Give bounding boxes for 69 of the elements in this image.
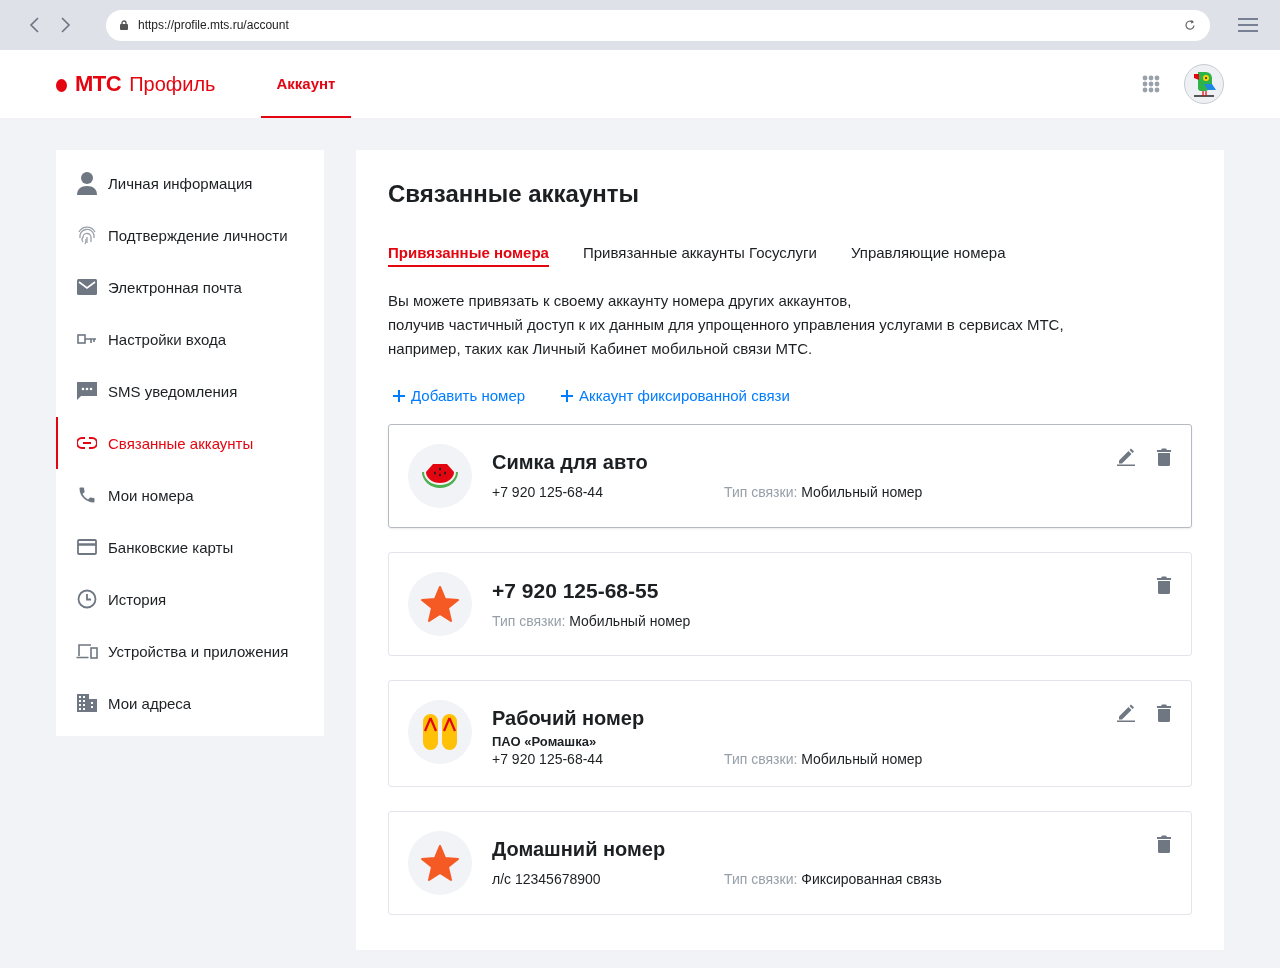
sidebar-item[interactable]: SMS уведомления — [56, 365, 324, 417]
account-title: +7 920 125-68-55 — [492, 579, 660, 603]
watermelon-icon — [421, 464, 459, 488]
account-title: Симка для авто — [492, 451, 649, 474]
account-number: +7 920 125-68-44 — [492, 484, 603, 500]
link-type-text: Тип связки: Фиксированная связь — [724, 871, 942, 887]
lock-icon — [120, 20, 128, 30]
page-title: Связанные аккаунты — [388, 180, 641, 208]
starfish-icon — [421, 586, 459, 622]
bank-card-icon — [77, 539, 97, 555]
link-type-text: Тип связки: Мобильный номер — [724, 751, 923, 767]
starfish-icon — [421, 845, 459, 881]
menu-icon[interactable] — [1238, 18, 1258, 32]
profile-avatar[interactable] — [1184, 64, 1224, 104]
envelope-icon — [77, 279, 97, 295]
trash-icon[interactable] — [1157, 835, 1171, 853]
sidebar-item[interactable]: Устройства и приложения — [56, 625, 324, 677]
reload-icon[interactable] — [1184, 19, 1196, 31]
account-number: л/с 12345678900 — [492, 871, 601, 887]
sidebar-item[interactable]: История — [56, 573, 324, 625]
sidebar-item[interactable]: Связанные аккаунты — [56, 417, 324, 469]
sidebar-item[interactable]: Банковские карты — [56, 521, 324, 573]
parrot-icon — [1192, 70, 1216, 98]
address-bar[interactable]: https://profile.mts.ru/account — [106, 9, 1210, 41]
pencil-icon[interactable] — [1117, 704, 1135, 722]
person-icon — [76, 171, 98, 195]
sidebar-item[interactable]: Подтверждение личности — [56, 209, 324, 261]
account-title: Рабочий номер — [492, 707, 646, 730]
linked-account-card[interactable]: Симка для авто +7 920 125-68-44 Тип связки: Мобильный номер — [388, 424, 1192, 528]
fingerprint-icon — [76, 224, 98, 246]
description-text: Вы можете привязать к своему аккаунту номера других аккаунтов, получив частичный доступ к их данным для упрощенного управления услугами в сервисах МТС, например, таких как Личный Кабинет мобильной связи МТС. — [388, 291, 1065, 359]
linked-account-card[interactable]: Домашний номер л/с 12345678900 Тип связки: Фиксированная связь — [388, 811, 1192, 915]
add-link[interactable]: Аккаунт фиксированной связи — [561, 387, 790, 404]
plus-icon — [561, 389, 574, 402]
nav-tab[interactable]: Аккаунт — [260, 50, 352, 118]
apps-grid-icon[interactable] — [1142, 75, 1160, 93]
sidebar-item[interactable]: Электронная почта — [56, 261, 324, 313]
link-icon — [77, 437, 97, 449]
section-tab[interactable]: Привязанные номера — [388, 244, 549, 267]
devices-icon — [76, 643, 98, 659]
sidebar-item[interactable]: Личная информация — [56, 157, 324, 209]
key-icon — [77, 334, 97, 344]
sidebar-item[interactable]: Настройки входа — [56, 313, 324, 365]
url-text: https://profile.mts.ru/account — [138, 18, 289, 32]
logo-egg-icon — [56, 76, 67, 92]
section-tab[interactable]: Управляющие номера — [850, 244, 1006, 267]
building-icon — [77, 694, 97, 712]
pencil-icon[interactable] — [1117, 448, 1135, 466]
product-name: Профиль — [129, 72, 216, 96]
link-type-text: Тип связки: Мобильный номер — [492, 613, 691, 629]
sidebar-item[interactable]: Мои адреса — [56, 677, 324, 729]
logo-text: МТС — [75, 71, 122, 97]
linked-account-card[interactable]: +7 920 125-68-55 Тип связки: Мобильный номер — [388, 552, 1192, 656]
linked-account-card[interactable]: Рабочий номер ПАО «Ромашка» +7 920 125-68-44 Тип связки: Мобильный номер — [388, 680, 1192, 787]
clock-icon — [77, 589, 97, 609]
account-number: +7 920 125-68-44 — [492, 751, 603, 767]
flip-flops-icon — [422, 713, 458, 751]
trash-icon[interactable] — [1157, 704, 1171, 722]
sidebar-item[interactable]: Мои номера — [56, 469, 324, 521]
account-title: Домашний номер — [492, 838, 667, 861]
add-link[interactable]: Добавить номер — [393, 387, 526, 404]
message-icon — [77, 382, 97, 400]
phone-icon — [77, 485, 97, 505]
section-tab[interactable]: Привязанные аккаунты Госуслуги — [582, 244, 817, 267]
trash-icon[interactable] — [1157, 576, 1171, 594]
organization-name: ПАО «Ромашка» — [492, 734, 598, 749]
link-type-text: Тип связки: Мобильный номер — [724, 484, 923, 500]
plus-icon — [393, 389, 405, 402]
trash-icon[interactable] — [1157, 448, 1171, 466]
